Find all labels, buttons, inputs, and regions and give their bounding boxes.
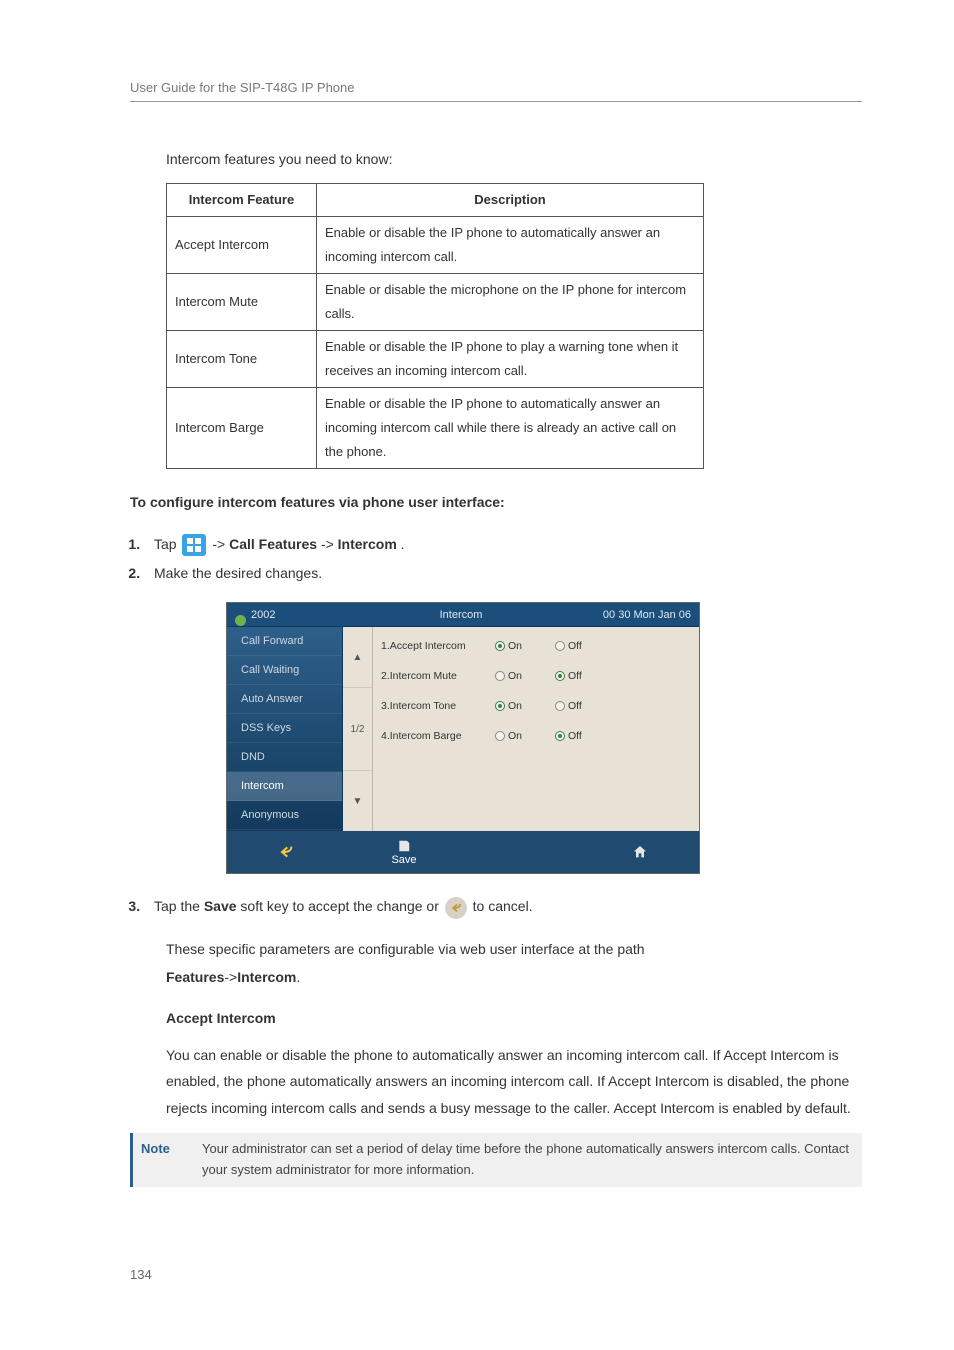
step-text: -> xyxy=(321,536,334,552)
step-text: Tap the xyxy=(154,898,204,914)
table-header-feature: Intercom Feature xyxy=(167,183,317,216)
radio-on[interactable]: On xyxy=(495,670,555,682)
setting-label: 4.Intercom Barge xyxy=(381,730,495,742)
step-text-bold: Intercom xyxy=(338,536,397,552)
note-body: Your administrator can set a period of d… xyxy=(192,1133,862,1187)
radio-label: Off xyxy=(568,640,582,652)
sidebar-item-dss-keys[interactable]: DSS Keys xyxy=(227,714,342,743)
step-text: soft key to accept the change or xyxy=(240,898,442,914)
setting-row-intercom-barge: 4.Intercom Barge On Off xyxy=(381,721,691,751)
save-icon xyxy=(396,839,412,853)
path-bold: Features xyxy=(166,969,224,985)
intro-text: Intercom features you need to know: xyxy=(166,146,862,173)
note-box: Note Your administrator can set a period… xyxy=(130,1133,862,1187)
radio-off[interactable]: Off xyxy=(555,640,615,652)
sidebar-item-anonymous[interactable]: Anonymous xyxy=(227,801,342,830)
section-body: You can enable or disable the phone to a… xyxy=(166,1042,862,1122)
account-label[interactable]: 2002 xyxy=(227,609,343,621)
home-icon xyxy=(631,844,649,860)
radio-label: On xyxy=(508,670,522,682)
radio-label: On xyxy=(508,700,522,712)
scroll-page-indicator: 1/2 xyxy=(343,687,372,771)
screen-title: Intercom xyxy=(343,609,579,621)
phone-content: 1.Accept Intercom On Off 2.Intercom Mute… xyxy=(373,627,699,831)
phone-softkey-bar: Save xyxy=(227,831,699,873)
sidebar-item-call-waiting[interactable]: Call Waiting xyxy=(227,656,342,685)
page-header: User Guide for the SIP-T48G IP Phone xyxy=(130,80,862,102)
home-softkey[interactable] xyxy=(581,844,699,860)
sidebar-item-call-forward[interactable]: Call Forward xyxy=(227,627,342,656)
back-icon xyxy=(445,897,467,919)
feature-name: Intercom Barge xyxy=(167,387,317,468)
path-sep: -> xyxy=(224,969,237,985)
step-text-bold: Save xyxy=(204,898,237,914)
phone-status-bar: 2002 Intercom 00 30 Mon Jan 06 xyxy=(227,603,699,627)
section-heading: Accept Intercom xyxy=(166,1005,862,1032)
step-text-bold: Call Features xyxy=(229,536,317,552)
menu-icon xyxy=(182,534,206,556)
note-label: Note xyxy=(130,1133,192,1187)
table-row: Intercom Mute Enable or disable the micr… xyxy=(167,273,704,330)
scroll-down-button[interactable]: ▼ xyxy=(343,771,372,831)
table-header-description: Description xyxy=(317,183,704,216)
clock-label: 00 30 Mon Jan 06 xyxy=(579,609,699,621)
feature-name: Intercom Tone xyxy=(167,330,317,387)
setting-row-accept-intercom: 1.Accept Intercom On Off xyxy=(381,631,691,661)
radio-off[interactable]: Off xyxy=(555,730,615,742)
radio-on[interactable]: On xyxy=(495,730,555,742)
radio-off[interactable]: Off xyxy=(555,670,615,682)
step-2: Make the desired changes. xyxy=(144,559,862,588)
setting-row-intercom-mute: 2.Intercom Mute On Off xyxy=(381,661,691,691)
radio-on[interactable]: On xyxy=(495,640,555,652)
save-softkey[interactable]: Save xyxy=(345,839,463,866)
step-text: Tap xyxy=(154,536,180,552)
phone-scrollbar: ▲ 1/2 ▼ xyxy=(343,627,373,831)
radio-label: Off xyxy=(568,700,582,712)
page-number: 134 xyxy=(130,1267,862,1282)
post-text-path: Features->Intercom. xyxy=(166,964,862,991)
sidebar-item-auto-answer[interactable]: Auto Answer xyxy=(227,685,342,714)
intercom-feature-table: Intercom Feature Description Accept Inte… xyxy=(166,183,704,469)
table-row: Intercom Barge Enable or disable the IP … xyxy=(167,387,704,468)
step-text: to cancel. xyxy=(473,898,533,914)
table-row: Intercom Tone Enable or disable the IP p… xyxy=(167,330,704,387)
step-text: -> xyxy=(212,536,225,552)
scroll-up-button[interactable]: ▲ xyxy=(343,627,372,687)
radio-label: On xyxy=(508,640,522,652)
setting-label: 3.Intercom Tone xyxy=(381,700,495,712)
sidebar-item-dnd[interactable]: DND xyxy=(227,743,342,772)
radio-off[interactable]: Off xyxy=(555,700,615,712)
feature-name: Intercom Mute xyxy=(167,273,317,330)
setting-row-intercom-tone: 3.Intercom Tone On Off xyxy=(381,691,691,721)
phone-sidebar: Call Forward Call Waiting Auto Answer DS… xyxy=(227,627,343,831)
step-text: . xyxy=(401,536,405,552)
post-text-1: These specific parameters are configurab… xyxy=(166,936,862,963)
sidebar-item-intercom[interactable]: Intercom xyxy=(227,772,342,801)
setting-label: 1.Accept Intercom xyxy=(381,640,495,652)
back-arrow-icon xyxy=(277,844,295,860)
path-end: . xyxy=(296,969,300,985)
setting-label: 2.Intercom Mute xyxy=(381,670,495,682)
table-row: Accept Intercom Enable or disable the IP… xyxy=(167,216,704,273)
step-3: Tap the Save soft key to accept the chan… xyxy=(144,892,862,921)
radio-label: Off xyxy=(568,730,582,742)
feature-desc: Enable or disable the microphone on the … xyxy=(317,273,704,330)
feature-desc: Enable or disable the IP phone to automa… xyxy=(317,216,704,273)
configure-heading: To configure intercom features via phone… xyxy=(130,489,862,516)
radio-label: Off xyxy=(568,670,582,682)
feature-desc: Enable or disable the IP phone to play a… xyxy=(317,330,704,387)
save-label: Save xyxy=(391,854,416,866)
step-1: Tap -> Call Features -> Intercom . xyxy=(144,530,862,559)
phone-screenshot: 2002 Intercom 00 30 Mon Jan 06 Call Forw… xyxy=(226,602,700,874)
back-softkey[interactable] xyxy=(227,844,345,860)
radio-on[interactable]: On xyxy=(495,700,555,712)
feature-name: Accept Intercom xyxy=(167,216,317,273)
path-bold: Intercom xyxy=(237,969,296,985)
feature-desc: Enable or disable the IP phone to automa… xyxy=(317,387,704,468)
radio-label: On xyxy=(508,730,522,742)
